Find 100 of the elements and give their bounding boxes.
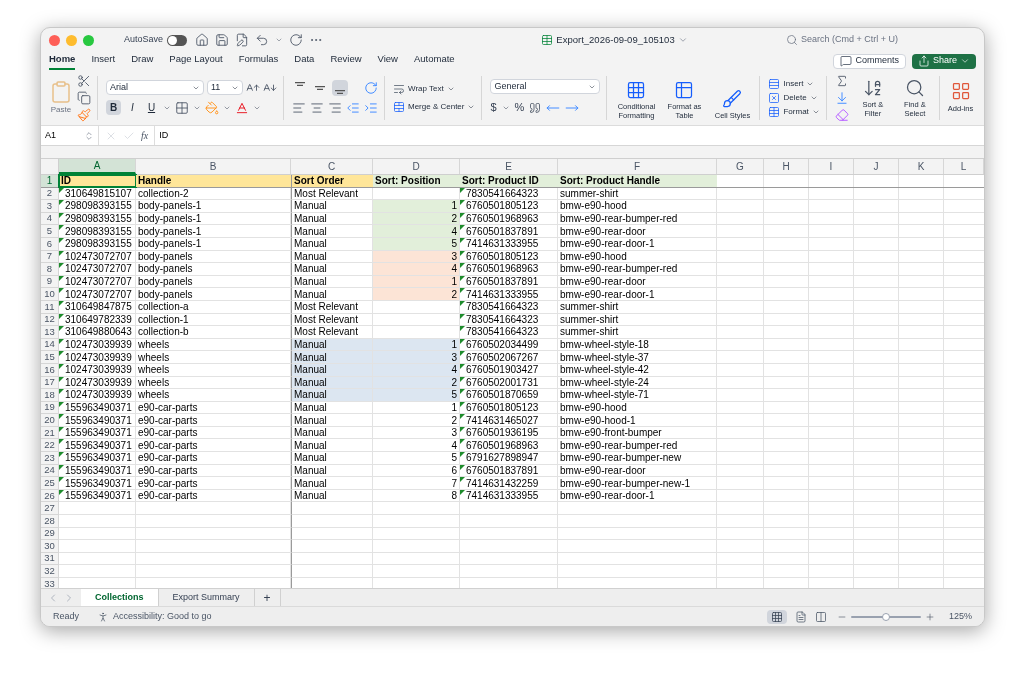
row-number[interactable]: 10 — [41, 288, 59, 301]
align-right-icon — [328, 101, 342, 115]
formula-field[interactable]: ID — [154, 126, 984, 145]
align-center-icon — [310, 101, 324, 115]
zoom-slider[interactable] — [850, 612, 921, 621]
table-cell: Most Relevant — [294, 187, 358, 200]
empty-cell — [764, 527, 809, 541]
row-number[interactable]: 23 — [41, 452, 59, 465]
column-header[interactable]: I — [809, 159, 854, 174]
ribbon-tab[interactable]: View — [377, 52, 398, 70]
accessibility-status[interactable]: Accessibility: Good to go — [113, 609, 212, 624]
ribbon-tab[interactable]: Formulas — [238, 52, 279, 70]
merge-center-button[interactable]: Merge & Center — [393, 100, 476, 113]
empty-cell — [809, 376, 854, 390]
font-style-button[interactable]: B — [106, 100, 121, 115]
empty-cell — [854, 502, 899, 516]
comments-button[interactable]: Comments — [833, 53, 906, 69]
normal-view-button[interactable] — [766, 609, 787, 624]
row-number[interactable]: 5 — [41, 225, 59, 238]
save-as-icon — [235, 33, 250, 47]
empty-cell — [809, 477, 854, 490]
table-cell: 155963490371 — [65, 489, 132, 502]
empty-cell — [809, 225, 854, 238]
table-cell: bmw-e90-hood — [560, 250, 627, 263]
empty-cell — [764, 225, 809, 238]
row-number[interactable]: 8 — [41, 263, 59, 276]
align-icon — [335, 90, 345, 94]
table-cell: 155963490371 — [65, 426, 132, 439]
row-number[interactable]: 18 — [41, 389, 59, 402]
comma-style-icon — [529, 101, 542, 114]
row-number[interactable]: 15 — [41, 351, 59, 364]
row-number[interactable]: 13 — [41, 326, 59, 339]
row-number[interactable]: 28 — [41, 515, 59, 528]
table-cell: 7414631333955 — [466, 489, 539, 502]
share-button[interactable]: Share — [911, 53, 976, 69]
table-cell: 7414631333955 — [466, 237, 539, 250]
empty-cell — [764, 363, 809, 377]
ribbon-tab[interactable]: Home — [49, 52, 76, 70]
empty-cell — [899, 452, 944, 465]
align-left-icon — [292, 101, 306, 115]
empty-cell — [854, 338, 899, 352]
row-number[interactable]: 3 — [41, 200, 59, 213]
ribbon-tab[interactable]: Review — [330, 52, 362, 70]
font-style-button[interactable]: U — [144, 100, 159, 115]
zoom-slider-thumb[interactable] — [881, 612, 890, 621]
wrap-text-button[interactable]: Wrap Text — [393, 82, 476, 95]
cells-button[interactable]: Delete — [768, 91, 820, 104]
function-label[interactable]: fx — [141, 128, 149, 143]
table-cell: 310649782339 — [65, 313, 132, 326]
row-number[interactable]: 30 — [41, 540, 59, 553]
column-header[interactable]: F — [558, 159, 717, 174]
font-style-button[interactable]: I — [125, 100, 140, 115]
empty-cell — [899, 401, 944, 415]
empty-cell — [764, 200, 809, 213]
error-indicator-icon — [460, 439, 465, 445]
cells-button[interactable]: Insert — [768, 77, 820, 90]
column-header[interactable]: H — [764, 159, 809, 174]
row-number[interactable]: 20 — [41, 414, 59, 427]
empty-cell — [809, 515, 854, 528]
row-number[interactable]: 27 — [41, 502, 59, 516]
column-header[interactable]: G — [717, 159, 764, 174]
zoom-level[interactable]: 125% — [948, 609, 972, 624]
empty-cell — [899, 288, 944, 301]
table-cell: Manual — [294, 426, 327, 439]
font-name-field[interactable]: Arial — [106, 80, 204, 95]
name-box[interactable]: A1 — [41, 126, 99, 145]
empty-cell — [717, 527, 764, 541]
ribbon-tab[interactable]: Insert — [91, 52, 116, 70]
column-header[interactable]: A — [59, 159, 136, 174]
close-window-button[interactable] — [49, 34, 60, 46]
column-header[interactable]: D — [373, 159, 460, 174]
currency-button[interactable]: $ — [490, 99, 497, 116]
row-number[interactable]: 32 — [41, 565, 59, 578]
font-size-field[interactable]: 11 — [207, 80, 243, 95]
column-header[interactable]: C — [291, 159, 373, 174]
table-cell: bmw-wheel-style-71 — [560, 389, 649, 401]
empty-cell — [809, 502, 854, 516]
row-number[interactable]: 25 — [41, 477, 59, 490]
autosave-toggle[interactable] — [167, 34, 188, 46]
zoom-in-icon — [924, 611, 935, 622]
ribbon-tab[interactable]: Page Layout — [169, 52, 223, 70]
sheet-tab[interactable]: Collections — [81, 589, 159, 606]
column-header[interactable]: L — [944, 159, 984, 174]
vertical-align-button[interactable] — [332, 80, 348, 96]
ribbon-tab[interactable]: Draw — [131, 52, 154, 70]
row-number[interactable]: 22 — [41, 439, 59, 453]
ribbon-tab[interactable]: Automate — [413, 52, 455, 70]
column-header[interactable]: E — [460, 159, 558, 174]
ribbon-tab[interactable]: Data — [294, 52, 315, 70]
empty-cell — [717, 552, 764, 566]
table-cell: body-panels — [138, 250, 193, 263]
empty-cell — [899, 326, 944, 339]
column-header[interactable]: K — [899, 159, 944, 174]
paste-button[interactable]: Paste — [49, 79, 73, 116]
table-cell: Manual — [294, 477, 327, 489]
number-format-field[interactable]: General — [490, 79, 601, 95]
column-header[interactable]: J — [854, 159, 899, 174]
cells-button[interactable]: Format — [768, 105, 820, 118]
percent-button[interactable]: % — [514, 99, 525, 116]
table-cell: 6760501837891 — [466, 275, 539, 288]
